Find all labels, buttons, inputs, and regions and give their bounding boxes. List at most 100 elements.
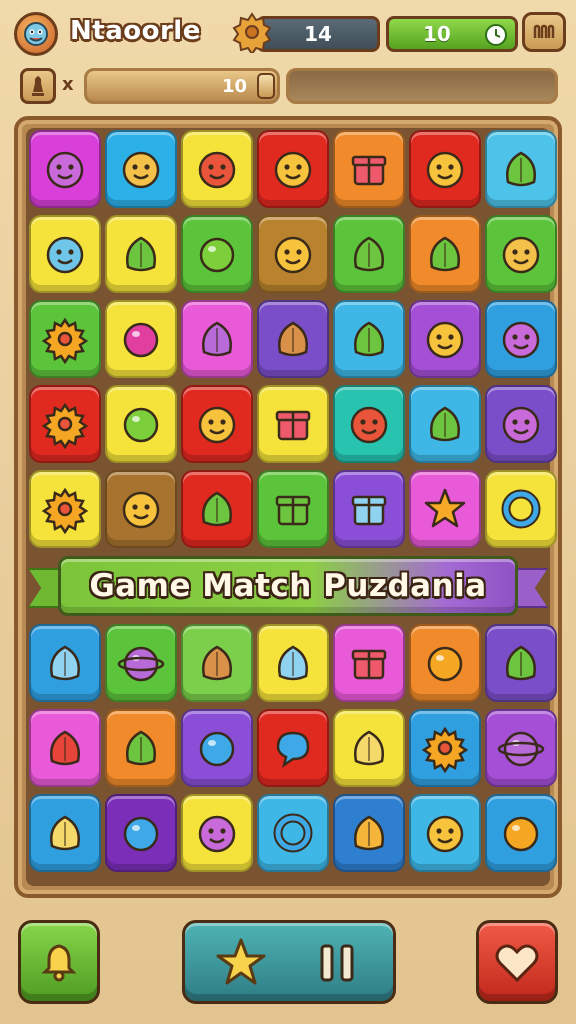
gear-flower-icon — [41, 317, 89, 364]
tile-top-r4-c4[interactable] — [257, 385, 329, 463]
tile-bottom-r3-c3[interactable] — [181, 794, 253, 872]
tile-bottom-r1-c7[interactable] — [485, 624, 557, 702]
avatar[interactable] — [14, 12, 58, 56]
tile-top-r1-c2[interactable] — [105, 130, 177, 208]
leaf-icon — [430, 406, 460, 442]
tile-bottom-r2-c3[interactable] — [181, 709, 253, 787]
slider-handle[interactable] — [257, 73, 275, 99]
tile-bottom-r1-c2[interactable] — [105, 624, 177, 702]
orange-icon — [427, 646, 463, 682]
tile-top-r1-c4[interactable] — [257, 130, 329, 208]
tile-bottom-r2-c6[interactable] — [409, 709, 481, 787]
slider-value: 10 — [221, 76, 247, 97]
tile-top-r5-c7[interactable] — [485, 470, 557, 548]
jelly-icon — [354, 236, 384, 272]
plant-pot-icon — [506, 151, 536, 187]
tile-top-r2-c5[interactable] — [333, 215, 405, 293]
lemon-icon — [199, 237, 235, 273]
tile-bottom-r2-c2[interactable] — [105, 709, 177, 787]
tile-bottom-r3-c7[interactable] — [485, 794, 557, 872]
tile-top-r1-c5[interactable] — [333, 130, 405, 208]
level-slider[interactable]: 10 — [84, 68, 280, 104]
tile-bottom-r3-c1[interactable] — [29, 794, 101, 872]
tile-bottom-r2-c7[interactable] — [485, 709, 557, 787]
drop-face-icon — [426, 151, 464, 189]
pause-button[interactable] — [307, 933, 367, 993]
pink-square-face-icon — [502, 321, 540, 359]
tile-bottom-r3-c6[interactable] — [409, 794, 481, 872]
tile-bottom-r2-c5[interactable] — [333, 709, 405, 787]
purple-blob-face-icon — [198, 815, 236, 853]
tile-top-r5-c3[interactable] — [181, 470, 253, 548]
tile-top-r4-c6[interactable] — [409, 385, 481, 463]
planet-icon — [497, 731, 545, 767]
tile-top-r3-c5[interactable] — [333, 300, 405, 378]
tile-top-r3-c6[interactable] — [409, 300, 481, 378]
tile-bottom-r2-c1[interactable] — [29, 709, 101, 787]
tile-top-r2-c6[interactable] — [409, 215, 481, 293]
boy-face-icon — [198, 406, 236, 444]
avatar-face-icon — [24, 22, 48, 46]
tile-top-r1-c7[interactable] — [485, 130, 557, 208]
star-icon — [424, 488, 466, 528]
tile-top-r5-c5[interactable] — [333, 470, 405, 548]
crystal-icon — [354, 815, 384, 851]
menu-button[interactable] — [522, 12, 566, 52]
ice-cube-icon — [351, 495, 387, 526]
tile-bottom-r1-c3[interactable] — [181, 624, 253, 702]
tile-top-r5-c2[interactable] — [105, 470, 177, 548]
tile-top-r4-c2[interactable] — [105, 385, 177, 463]
lime-icon — [123, 407, 159, 443]
status-bar: x 10 — [10, 64, 566, 110]
jelly-icon — [506, 645, 536, 681]
cupcake-icon — [278, 321, 308, 357]
leaf-jelly-icon — [430, 236, 460, 272]
smiley-drop-icon — [426, 815, 464, 853]
tile-top-r3-c3[interactable] — [181, 300, 253, 378]
tile-top-r2-c1[interactable] — [29, 215, 101, 293]
tile-top-r5-c1[interactable] — [29, 470, 101, 548]
tile-top-r3-c2[interactable] — [105, 300, 177, 378]
tile-bottom-r3-c5[interactable] — [333, 794, 405, 872]
tile-top-r2-c4[interactable] — [257, 215, 329, 293]
tile-top-r5-c6[interactable] — [409, 470, 481, 548]
shell-icon — [50, 730, 80, 766]
tile-bottom-r3-c4[interactable] — [257, 794, 329, 872]
banner-plate: Game Match Puzdania — [58, 556, 518, 616]
tile-bottom-r3-c2[interactable] — [105, 794, 177, 872]
coin-counter: 14 — [256, 16, 380, 52]
tile-top-r2-c2[interactable] — [105, 215, 177, 293]
tile-top-r5-c4[interactable] — [257, 470, 329, 548]
star-button[interactable] — [211, 933, 271, 993]
booster-button[interactable] — [20, 68, 56, 104]
tile-top-r3-c1[interactable] — [29, 300, 101, 378]
tile-bottom-r1-c4[interactable] — [257, 624, 329, 702]
red-face-icon — [198, 151, 236, 189]
virus-icon — [202, 321, 232, 357]
girl-face-icon — [426, 321, 464, 359]
tile-top-r3-c7[interactable] — [485, 300, 557, 378]
tile-bottom-r1-c5[interactable] — [333, 624, 405, 702]
tile-top-r4-c3[interactable] — [181, 385, 253, 463]
tile-bottom-r1-c6[interactable] — [409, 624, 481, 702]
monster-face-icon — [122, 151, 160, 189]
tile-top-r2-c3[interactable] — [181, 215, 253, 293]
tile-top-r1-c3[interactable] — [181, 130, 253, 208]
water-drop-icon — [123, 816, 159, 852]
tile-top-r1-c1[interactable] — [29, 130, 101, 208]
tile-top-r1-c6[interactable] — [409, 130, 481, 208]
gift-box-icon — [351, 649, 387, 680]
pencil-icon — [354, 730, 384, 766]
tile-top-r4-c7[interactable] — [485, 385, 557, 463]
skull-face-icon — [46, 236, 84, 274]
hint-button[interactable] — [18, 920, 100, 1004]
tile-bottom-r1-c1[interactable] — [29, 624, 101, 702]
tile-bottom-r2-c4[interactable] — [257, 709, 329, 787]
tile-top-r2-c7[interactable] — [485, 215, 557, 293]
tile-top-r4-c1[interactable] — [29, 385, 101, 463]
tile-top-r3-c4[interactable] — [257, 300, 329, 378]
game-screen: Ntaoorle 14 10 x 10 Game Match Puzdania — [0, 0, 576, 1024]
slider-fill — [87, 71, 277, 101]
tile-top-r4-c5[interactable] — [333, 385, 405, 463]
lives-button[interactable] — [476, 920, 558, 1004]
